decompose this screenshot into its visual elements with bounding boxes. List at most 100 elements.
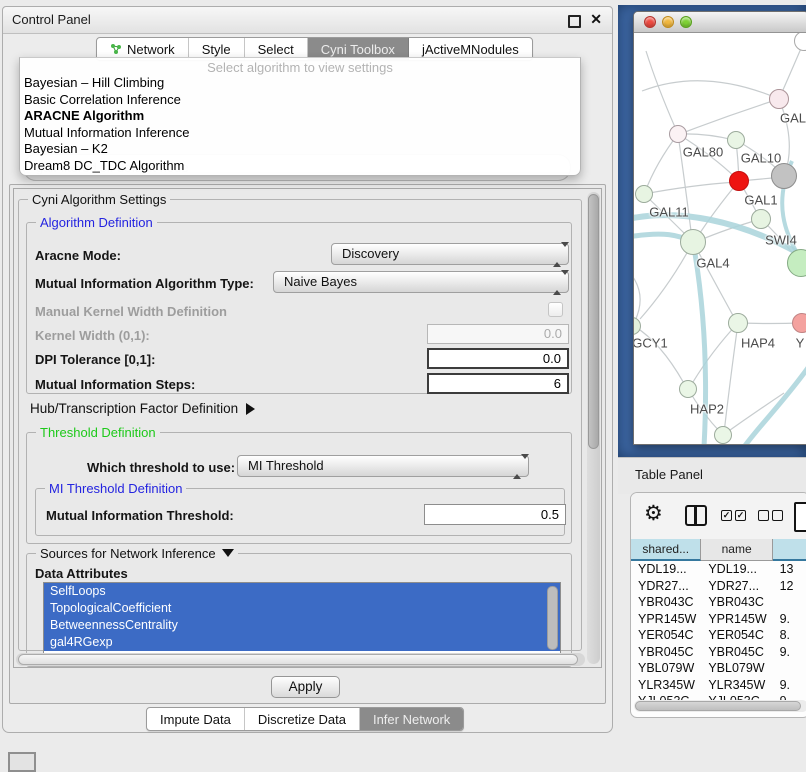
zoom-traffic-light-icon[interactable] [680,16,692,28]
table-row[interactable]: YBR045CYBR045C9. [631,644,806,661]
list-scrollbar[interactable] [547,586,558,650]
node-hap4[interactable] [728,313,748,333]
node-gal10[interactable] [727,131,745,149]
minimized-panel-icon[interactable] [8,752,36,772]
bottom-tab-discretize-data[interactable]: Discretize Data [245,708,360,730]
close-traffic-light-icon[interactable] [644,16,656,28]
select-all-columns-icon[interactable]: ✓✓ [721,510,746,521]
table-row[interactable]: YBL079WYBL079W [631,660,806,677]
mi-steps-input[interactable]: 6 [427,373,569,394]
node-label-gal11: GAL11 [649,205,689,220]
table-row[interactable]: YDL19...YDL19...13 [631,561,806,578]
sources-group: Sources for Network Inference Data Attri… [26,553,572,667]
settings-horizontal-scrollbar[interactable] [16,653,585,666]
manual-kernel-checkbox[interactable] [548,302,563,317]
network-canvas[interactable]: GALGAL80GAL10GAL1GAL11SWI4GAL4GCY1HAP4YH… [618,5,806,457]
attribute-item[interactable]: TopologicalCoefficient [44,600,560,617]
table-row[interactable]: YDR27...YDR27...12 [631,578,806,595]
kernel-width-input[interactable]: 0.0 [427,324,569,344]
node-gal80[interactable] [669,125,687,143]
kernel-width-label: Kernel Width (0,1): [35,328,150,343]
minimize-traffic-light-icon[interactable] [662,16,674,28]
node-unlabeled[interactable] [771,163,797,189]
algorithm-option[interactable]: Mutual Information Inference [20,125,580,142]
close-window-icon[interactable]: ✕ [590,11,602,28]
which-threshold-select[interactable]: MI Threshold [237,455,529,477]
node-unlabeled[interactable] [714,426,732,444]
node-gal1[interactable] [729,171,749,191]
tab-label: jActiveMNodules [422,42,519,57]
algorithm-option[interactable]: Dream8 DC_TDC Algorithm [20,158,580,175]
algorithm-list: Bayesian – Hill ClimbingBasic Correlatio… [20,75,580,174]
node-hap2[interactable] [679,380,697,398]
hub-definition-disclosure[interactable]: Hub/Transcription Factor Definition [30,401,255,416]
table-cell: YLR345W [701,677,772,694]
table-cell [773,594,806,611]
sources-legend[interactable]: Sources for Network Inference [36,546,238,561]
node-y[interactable] [792,313,806,333]
disclosure-down-icon [222,549,234,557]
apply-button[interactable]: Apply [271,676,340,698]
table-cell: 9. [773,611,806,628]
table-row[interactable]: YLR345WYLR345W9. [631,677,806,694]
table-cell: YBR045C [701,644,772,661]
algorithm-definition-legend: Algorithm Definition [36,215,157,230]
table-cell: YBL079W [701,660,772,677]
aracne-mode-select[interactable]: Discovery [331,243,569,265]
table-horizontal-scrollbar[interactable] [634,700,806,712]
table-panel: ⚙ ✓✓ shared...name YDL19...YDL19...13YDR… [630,492,806,718]
table-cell: YDR27... [631,578,701,595]
attribute-item[interactable]: SelfLoops [44,583,560,600]
column-header-shared...[interactable]: shared... [631,539,701,561]
float-window-icon[interactable] [568,15,581,28]
algorithm-option[interactable]: Bayesian – Hill Climbing [20,75,580,92]
deselect-all-columns-icon[interactable] [758,510,783,521]
table-row[interactable]: YER054CYER054C8. [631,627,806,644]
table-cell: 13 [773,561,806,578]
export-table-icon[interactable] [794,502,806,532]
table-toolbar: ⚙ ✓✓ [631,493,806,539]
attribute-item[interactable]: gal4RGexp [44,634,560,651]
algorithm-option[interactable]: Basic Correlation Inference [20,92,580,109]
algorithm-option[interactable]: Bayesian – K2 [20,141,580,158]
node-gal4[interactable] [680,229,706,255]
table-cell: YBR045C [631,644,701,661]
tab-label: Select [258,42,294,57]
stepper-arrows-icon [553,247,562,262]
split-columns-icon[interactable] [685,505,707,526]
node-label-hap2: HAP2 [690,402,724,417]
table-cell: YPR145W [631,611,701,628]
mi-type-select[interactable]: Naive Bayes [273,271,569,293]
node-swi4[interactable] [751,209,771,229]
dpi-tolerance-input[interactable]: 0.0 [427,348,569,369]
node-label-gal10: GAL10 [741,151,781,166]
stepper-arrows-icon [553,275,562,290]
network-window: GALGAL80GAL10GAL1GAL11SWI4GAL4GCY1HAP4YH… [633,11,806,445]
node-label-swi4: SWI4 [765,233,797,248]
table-cell: 9. [773,644,806,661]
column-header-name[interactable]: name [701,539,772,561]
node-gal[interactable] [769,89,789,109]
bottom-tab-impute-data[interactable]: Impute Data [147,708,245,730]
manual-kernel-label: Manual Kernel Width Definition [35,304,227,319]
table-cell: 9. [773,677,806,694]
data-attributes-list[interactable]: SelfLoopsTopologicalCoefficientBetweenne… [43,582,561,658]
bottom-tab-infer-network[interactable]: Infer Network [360,708,463,730]
node-gal11[interactable] [635,185,653,203]
node-label-gal1: GAL1 [744,193,777,208]
network-window-titlebar[interactable] [634,12,806,33]
control-panel-titlebar[interactable]: Control Panel ✕ [3,7,612,34]
table-panel-title: Table Panel [635,467,703,482]
table-cell: YER054C [631,627,701,644]
attribute-item[interactable]: BetweennessCentrality [44,617,560,634]
node-label-gal80: GAL80 [683,145,723,160]
algorithm-option[interactable]: ARACNE Algorithm [20,108,580,125]
mi-threshold-input[interactable]: 0.5 [424,504,566,525]
table-row[interactable]: YPR145WYPR145W9. [631,611,806,628]
table-cell [773,660,806,677]
table-row[interactable]: YBR043CYBR043C [631,594,806,611]
column-header-hidden[interactable] [773,539,806,561]
network-graph[interactable]: GALGAL80GAL10GAL1GAL11SWI4GAL4GCY1HAP4YH… [634,33,806,444]
gear-icon[interactable]: ⚙ [644,501,663,526]
settings-vertical-scrollbar[interactable] [587,192,600,664]
